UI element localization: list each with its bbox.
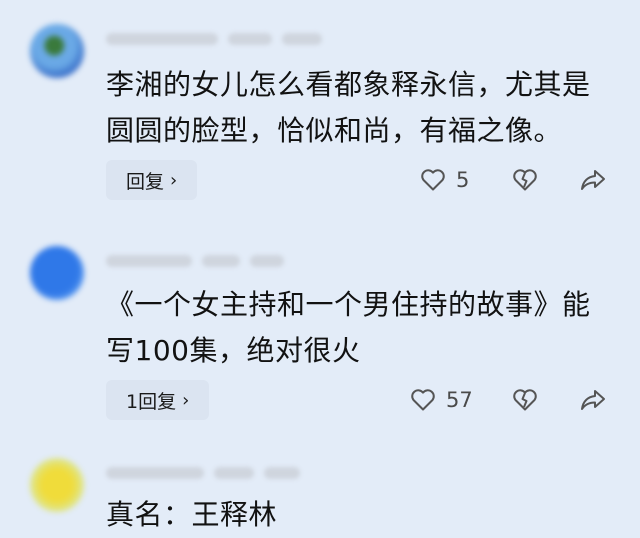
like-count: 57 (446, 388, 473, 412)
heart-outline-icon (420, 168, 446, 192)
broken-heart-icon (512, 388, 538, 412)
share-button[interactable] (576, 160, 610, 200)
heart-outline-icon (410, 388, 436, 412)
avatar[interactable] (30, 458, 84, 512)
comment-meta (106, 254, 284, 268)
broken-heart-icon (512, 168, 538, 192)
share-button[interactable] (576, 380, 610, 420)
reply-button[interactable]: 回复 › (106, 160, 198, 200)
like-button[interactable]: 57 (410, 380, 473, 420)
dislike-button[interactable] (508, 380, 542, 420)
comment-meta (106, 466, 300, 480)
comment-text: 《一个女主持和一个男住持的故事》能 写100集，绝对很火 (106, 288, 591, 367)
share-arrow-icon (579, 168, 607, 192)
share-arrow-icon (579, 388, 607, 412)
reply-button[interactable]: 1回复 › (106, 380, 210, 420)
like-button[interactable]: 5 (420, 160, 469, 200)
chevron-right-icon: › (170, 169, 178, 191)
comment-text: 真名：王释林 (106, 498, 278, 531)
comment-text: 李湘的女儿怎么看都象释永信，尤其是 圆圆的脸型，恰似和尚，有福之像。 (106, 68, 591, 147)
avatar[interactable] (30, 246, 84, 300)
avatar[interactable] (30, 24, 84, 78)
comment-meta (106, 32, 322, 46)
chevron-right-icon: › (182, 389, 190, 411)
like-count: 5 (456, 168, 470, 192)
dislike-button[interactable] (508, 160, 542, 200)
